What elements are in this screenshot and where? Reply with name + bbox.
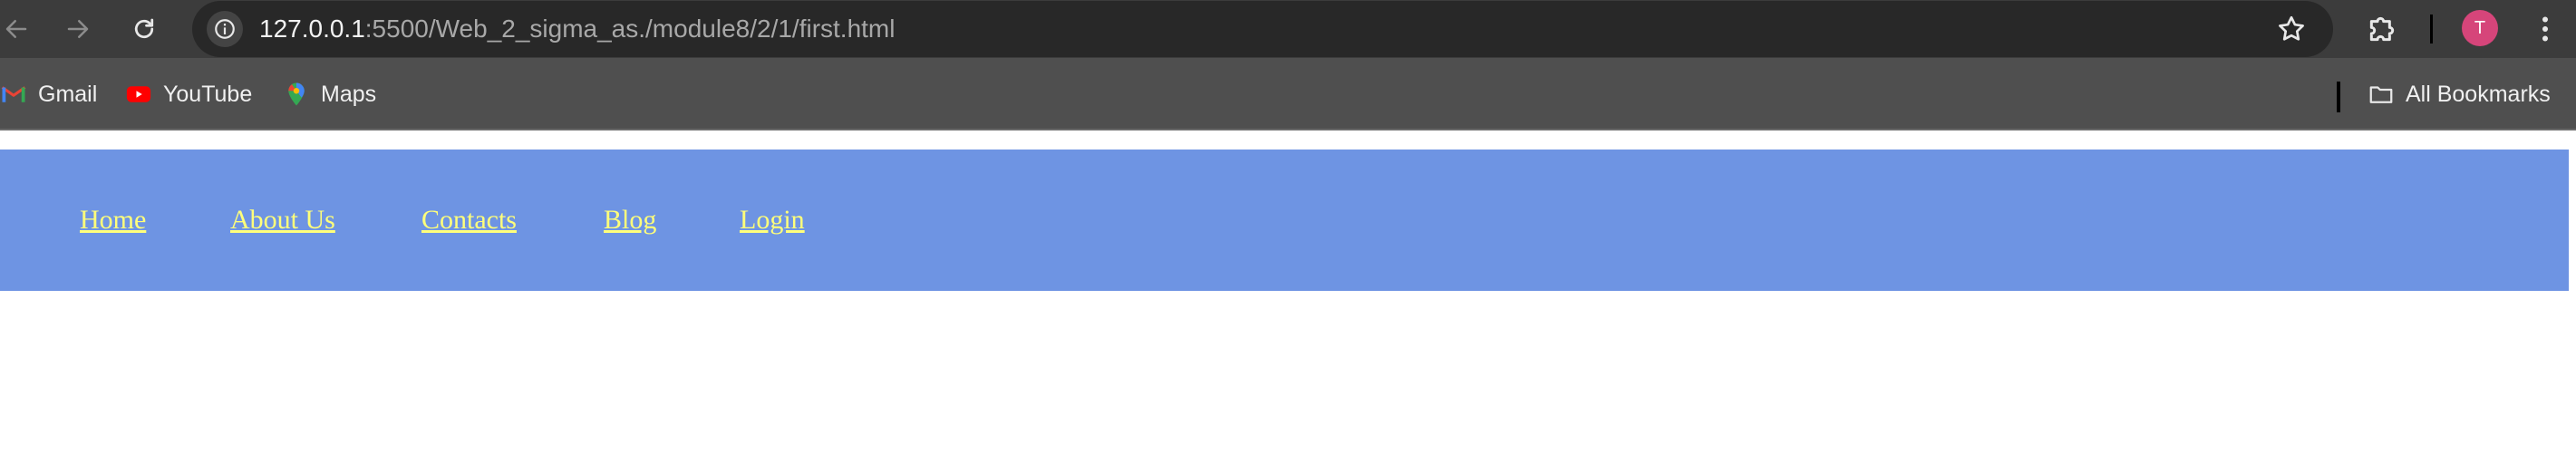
url-host: 127.0.0.1	[259, 14, 365, 43]
url-path: :5500/Web_2_sigma_as./module8/2/1/first.…	[364, 14, 896, 43]
browser-toolbar: 127.0.0.1:5500/Web_2_sigma_as./module8/2…	[0, 0, 2576, 58]
bookmark-label: Maps	[321, 81, 377, 107]
bookmarks-divider	[2337, 82, 2340, 112]
forward-arrow-icon[interactable]	[62, 13, 94, 45]
url-text[interactable]: 127.0.0.1:5500/Web_2_sigma_as./module8/2…	[259, 14, 895, 43]
kebab-menu-icon[interactable]	[2529, 13, 2561, 45]
reload-icon[interactable]	[128, 13, 160, 45]
address-bar[interactable]: 127.0.0.1:5500/Web_2_sigma_as./module8/2…	[192, 1, 2333, 57]
site-navigation: Home About Us Contacts Blog Login	[0, 150, 2569, 291]
all-bookmarks-button[interactable]: All Bookmarks	[2368, 78, 2551, 111]
folder-icon	[2369, 86, 2393, 103]
bookmark-maps[interactable]: Maps	[283, 78, 376, 111]
nav-link-home[interactable]: Home	[80, 205, 146, 236]
bookmark-youtube[interactable]: YouTube	[125, 78, 252, 111]
nav-link-about-us[interactable]: About Us	[230, 205, 335, 236]
profile-avatar[interactable]: T	[2462, 10, 2498, 46]
bookmarks-bar: Gmail YouTube Maps All Bookmarks	[0, 58, 2576, 130]
extensions-puzzle-icon[interactable]	[2364, 11, 2400, 47]
nav-link-contacts[interactable]: Contacts	[421, 205, 517, 236]
bookmark-label: Gmail	[38, 81, 98, 107]
nav-link-login[interactable]: Login	[740, 205, 805, 236]
bookmark-gmail[interactable]: Gmail	[0, 78, 97, 111]
maps-pin-icon	[288, 82, 305, 106]
all-bookmarks-label: All Bookmarks	[2406, 81, 2551, 107]
page-viewport: Home About Us Contacts Blog Login	[0, 130, 2576, 473]
gmail-icon	[1, 86, 26, 102]
site-info-icon[interactable]	[207, 11, 243, 47]
youtube-icon	[126, 86, 151, 102]
nav-link-blog[interactable]: Blog	[604, 205, 656, 236]
toolbar-divider	[2430, 14, 2433, 43]
back-arrow-icon[interactable]	[0, 13, 33, 45]
bookmark-label: YouTube	[163, 81, 253, 107]
bookmark-star-icon[interactable]	[2275, 13, 2308, 45]
